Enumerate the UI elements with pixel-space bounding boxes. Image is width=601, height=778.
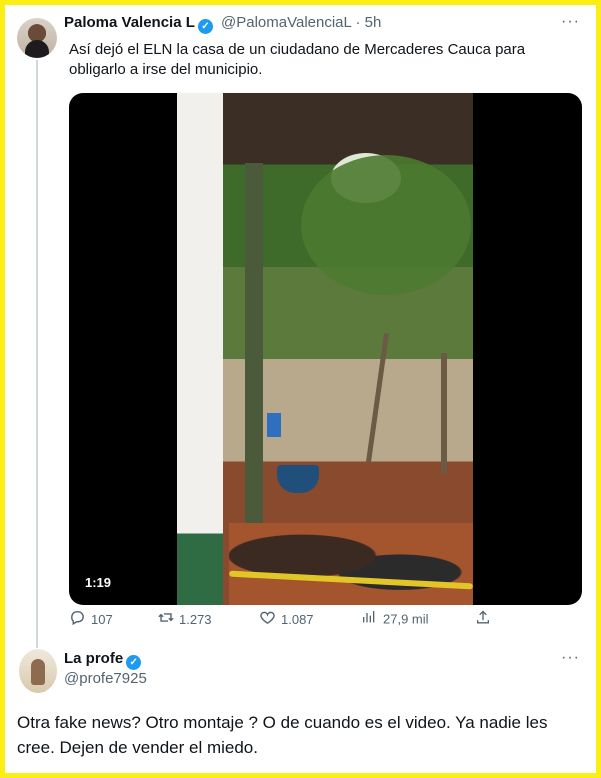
retweet-icon bbox=[157, 609, 179, 632]
reply-author-name[interactable]: La profe ✓ bbox=[64, 650, 142, 670]
tweet-text: Así dejó el ELN la casa de un ciudadano … bbox=[69, 41, 526, 78]
reply-author-name-text[interactable]: La profe bbox=[64, 650, 123, 667]
avatar[interactable] bbox=[17, 18, 57, 58]
author-name[interactable]: Paloma Valencia L ✓ bbox=[64, 14, 213, 34]
video-duration: 1:19 bbox=[85, 575, 112, 590]
retweet-button[interactable]: 1.273 bbox=[157, 609, 212, 632]
reply-more-options-icon[interactable]: ··· bbox=[561, 649, 580, 667]
reply-text: Otra fake news? Otro montaje ? O de cuan… bbox=[17, 713, 548, 757]
share-button[interactable] bbox=[475, 609, 497, 632]
reply-avatar[interactable] bbox=[19, 649, 57, 693]
screenshot-frame: Paloma Valencia L ✓ @PalomaValenciaL · 5h… bbox=[0, 0, 601, 778]
heart-icon bbox=[259, 609, 281, 632]
author-name-text[interactable]: Paloma Valencia L bbox=[64, 14, 195, 31]
retweet-count: 1.273 bbox=[179, 611, 212, 627]
reply-icon bbox=[69, 609, 91, 632]
reply-handle[interactable]: @profe7925 bbox=[64, 670, 147, 687]
more-options-icon[interactable]: ··· bbox=[561, 13, 580, 31]
reply-button[interactable]: 107 bbox=[69, 609, 113, 632]
views-chart-icon bbox=[361, 609, 383, 631]
verified-icon: ✓ bbox=[126, 655, 142, 670]
like-button[interactable]: 1.087 bbox=[259, 609, 314, 632]
tweet-actions: 107 1.273 1.087 27,9 mil bbox=[69, 609, 509, 629]
reply-count: 107 bbox=[91, 611, 113, 627]
author-handle-time[interactable]: @PalomaValenciaL · 5h bbox=[221, 14, 381, 31]
share-icon bbox=[475, 609, 497, 632]
verified-icon: ✓ bbox=[197, 19, 213, 34]
thread-connector-line bbox=[36, 60, 38, 648]
views-button[interactable]: 27,9 mil bbox=[361, 609, 429, 631]
video-player[interactable] bbox=[69, 93, 582, 605]
like-count: 1.087 bbox=[281, 611, 314, 627]
views-count: 27,9 mil bbox=[383, 611, 429, 627]
